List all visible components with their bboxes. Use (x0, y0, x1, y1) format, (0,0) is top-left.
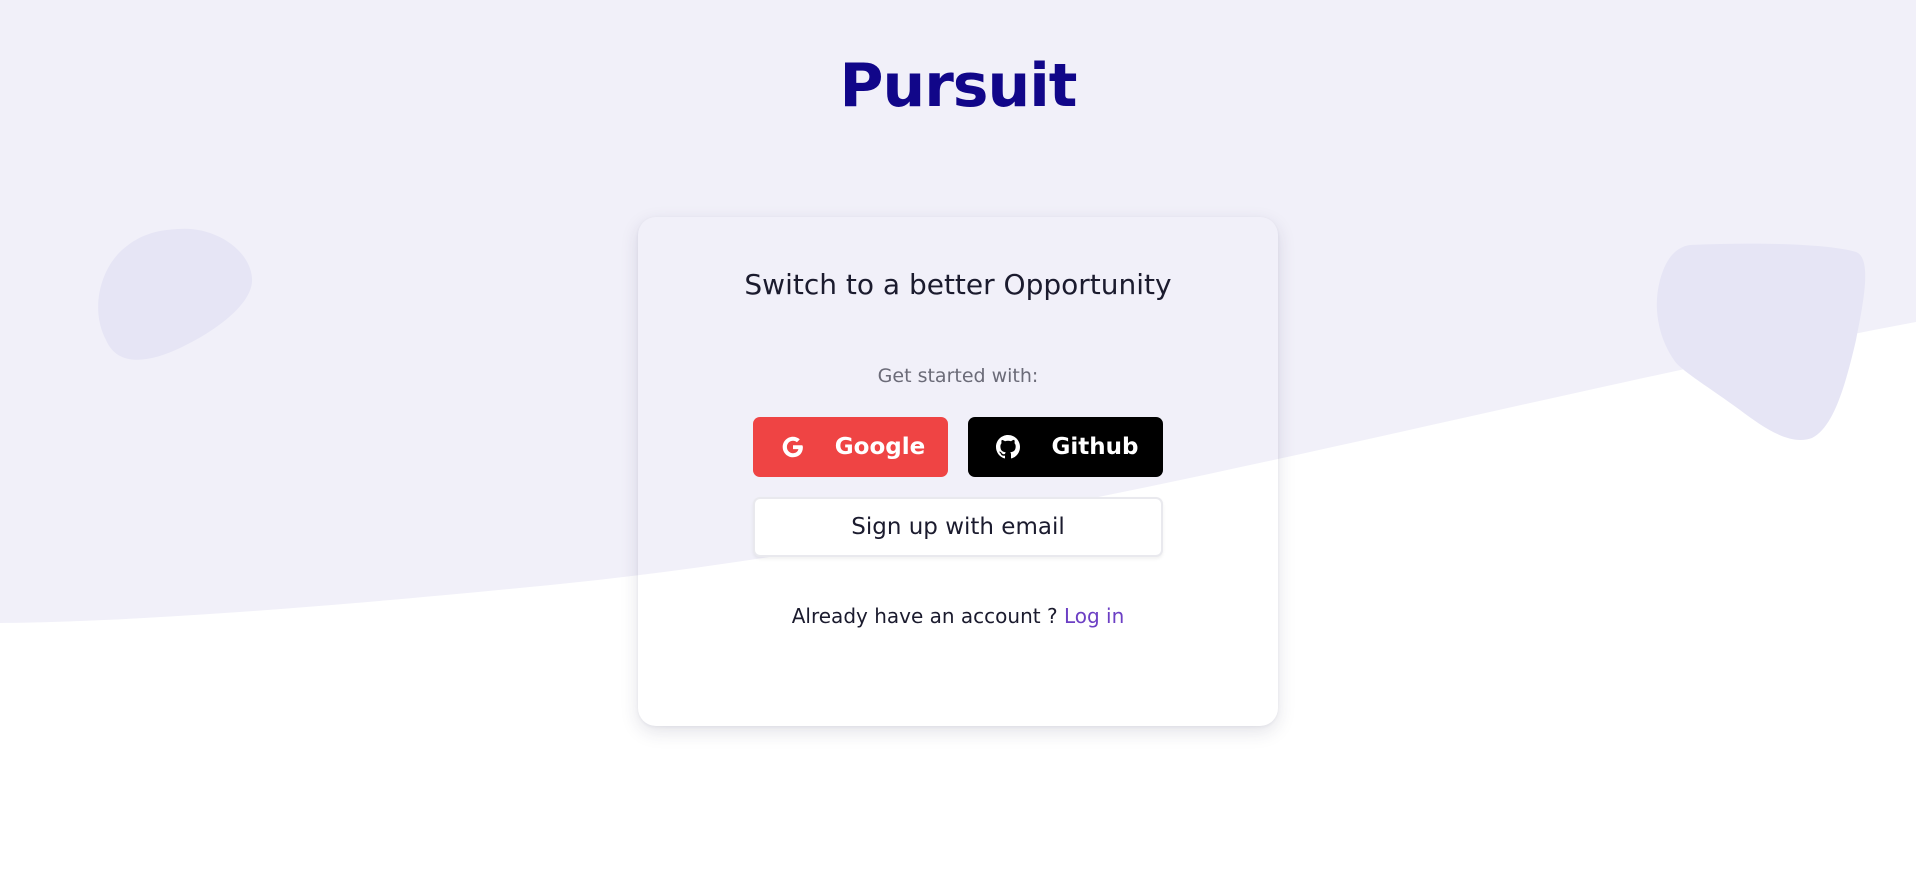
card-title: Switch to a better Opportunity (744, 268, 1172, 301)
login-link[interactable]: Log in (1064, 604, 1124, 628)
google-signup-button[interactable]: Google (753, 417, 948, 477)
github-button-label: Github (1051, 434, 1139, 460)
github-signup-button[interactable]: Github (968, 417, 1163, 477)
google-button-label: Google (834, 434, 926, 460)
github-icon (996, 435, 1020, 459)
email-signup-button[interactable]: Sign up with email (753, 497, 1163, 557)
google-icon (781, 435, 805, 459)
signup-page: Pursuit Switch to a better Opportunity G… (0, 0, 1916, 891)
right-blob (1656, 243, 1866, 440)
signup-card: Switch to a better Opportunity Get start… (638, 217, 1278, 726)
login-prompt-line: Already have an account ? Log in (638, 602, 1278, 630)
card-subtitle: Get started with: (877, 365, 1039, 387)
brand-logo: Pursuit (839, 51, 1078, 121)
oauth-buttons: Google Github (753, 417, 1163, 477)
login-prompt-text: Already have an account ? (791, 604, 1058, 628)
